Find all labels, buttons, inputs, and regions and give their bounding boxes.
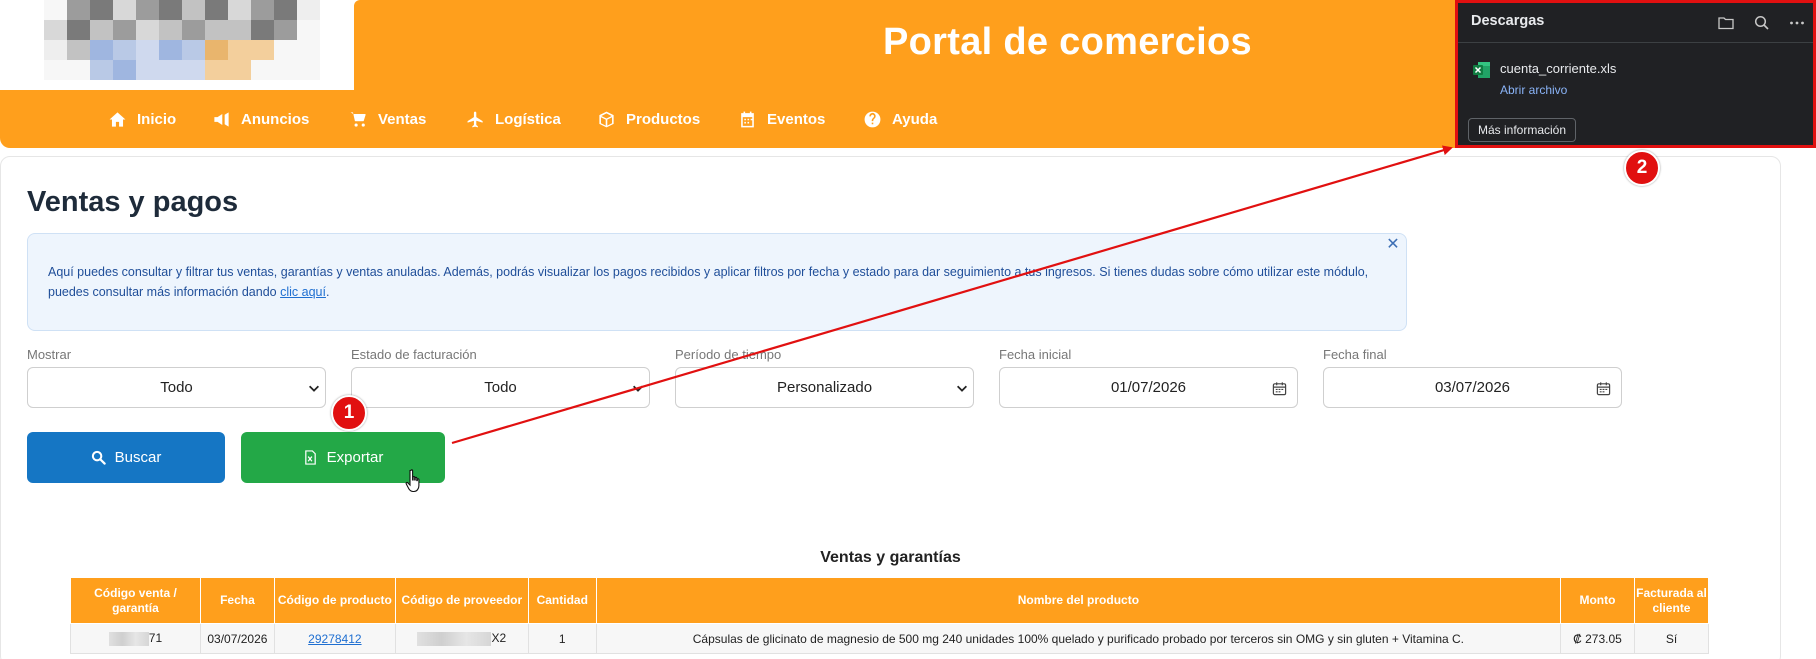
cell-date: 03/07/2026 <box>199 623 275 654</box>
more-info-button[interactable]: Más información <box>1468 118 1577 142</box>
mostrar-label: Mostrar <box>27 347 72 362</box>
cell-qty: 1 <box>527 623 597 654</box>
nav-item-label: Ventas <box>378 110 427 128</box>
downloads-title: Descargas <box>1471 13 1545 29</box>
calendar-icon[interactable] <box>1272 381 1287 396</box>
fecha-final-input[interactable]: 03/07/2026 <box>1323 367 1622 408</box>
redacted-block <box>417 631 492 646</box>
nav-item-anuncios[interactable]: Anuncios <box>212 90 309 148</box>
search-button[interactable]: Buscar <box>27 432 225 483</box>
search-button-label: Buscar <box>114 449 162 466</box>
logo-area[interactable] <box>0 0 354 84</box>
sales-table-title: Ventas y garantías <box>820 549 961 566</box>
plane-icon <box>467 111 483 127</box>
nav-item-label: Productos <box>626 110 701 128</box>
info-text: Aquí puedes consultar y filtrar tus vent… <box>48 265 1369 299</box>
nav-item-eventos[interactable]: Eventos <box>738 90 825 148</box>
page-title: Ventas y pagos <box>27 186 239 218</box>
nav-item-productos[interactable]: Productos <box>597 90 700 148</box>
fecha-inicial-label: Fecha inicial <box>999 347 1072 362</box>
fecha-inicial-input[interactable]: 01/07/2026 <box>999 367 1298 408</box>
cell-name: Cápsulas de glicinato de magnesio de 500… <box>595 623 1562 654</box>
redacted-block <box>108 631 149 646</box>
fecha-final-label: Fecha final <box>1323 347 1387 362</box>
box-icon <box>599 111 614 127</box>
col-header-product-code[interactable]: Código de producto <box>273 577 396 624</box>
nav-item-label: Anuncios <box>241 110 310 128</box>
col-header-provider-code[interactable]: Código de proveedor <box>394 577 529 624</box>
info-link[interactable]: clic aquí <box>280 285 326 299</box>
home-icon <box>109 111 126 127</box>
fecha-inicial-value: 01/07/2026 <box>1110 379 1187 396</box>
nav-item-inicio[interactable]: Inicio <box>108 90 176 148</box>
estado-label: Estado de facturación <box>351 347 477 362</box>
export-button-label: Exportar <box>326 449 384 466</box>
nav-item-logistica[interactable]: Logística <box>466 90 561 148</box>
info-tail: . <box>325 285 330 299</box>
sales-table: Código venta / garantía Fecha Código de … <box>70 577 1710 654</box>
nav-item-label: Ayuda <box>892 110 938 128</box>
downloads-panel: Descargas cuenta_corriente.xls Abrir arc… <box>1455 0 1816 148</box>
download-file-name[interactable]: cuenta_corriente.xls <box>1500 61 1616 76</box>
open-file-link[interactable]: Abrir archivo <box>1500 83 1567 97</box>
cart-icon <box>350 111 366 127</box>
chevron-down-icon <box>957 385 967 392</box>
mostrar-value: Todo <box>160 379 193 396</box>
nav-item-ayuda[interactable]: Ayuda <box>863 90 937 148</box>
periodo-label: Período de tiempo <box>675 347 782 362</box>
table-header-row: Código venta / garantía Fecha Código de … <box>70 577 1710 624</box>
folder-icon[interactable] <box>1717 14 1735 32</box>
excel-file-icon <box>304 450 316 465</box>
mostrar-select[interactable]: Todo <box>27 367 326 408</box>
col-header-qty[interactable]: Cantidad <box>527 577 597 624</box>
help-icon <box>864 111 881 127</box>
estado-select[interactable]: Todo <box>351 367 650 408</box>
provider-suffix: X2 <box>491 631 507 646</box>
col-header-date[interactable]: Fecha <box>199 577 275 624</box>
periodo-select[interactable]: Personalizado <box>675 367 974 408</box>
calendar-icon <box>741 111 754 127</box>
megaphone-icon <box>214 111 229 127</box>
annotation-badge-2: 2 <box>1624 150 1660 186</box>
screen: Portal de comercios Inicio Anuncios Vent… <box>0 0 1816 659</box>
cell-provider-code: X2 <box>394 623 529 654</box>
nav-item-ventas[interactable]: Ventas <box>349 90 426 148</box>
chevron-down-icon <box>309 385 319 392</box>
close-icon[interactable]: ✕ <box>1385 237 1401 253</box>
fecha-final-value: 03/07/2026 <box>1434 379 1511 396</box>
hand-cursor-icon <box>405 469 420 493</box>
cell-billed: Sí <box>1633 623 1710 654</box>
product-code-link[interactable]: 29278412 <box>308 632 361 646</box>
periodo-value: Personalizado <box>776 379 873 396</box>
nav-item-label: Inicio <box>137 110 177 128</box>
cell-code: 71 <box>70 623 201 654</box>
annotation-badge-1: 1 <box>331 395 367 431</box>
info-alert: Aquí puedes consultar y filtrar tus vent… <box>27 233 1407 331</box>
nav-item-label: Logística <box>495 110 561 128</box>
col-header-amount[interactable]: Monto <box>1560 577 1635 624</box>
col-header-billed[interactable]: Facturada al cliente <box>1633 577 1710 624</box>
excel-file-icon <box>1473 62 1490 78</box>
cell-amount: ₡ 273.05 <box>1560 623 1635 654</box>
logo-pixelated <box>44 0 320 80</box>
col-header-name[interactable]: Nombre del producto <box>595 577 1562 624</box>
code-suffix: 71 <box>148 631 163 646</box>
estado-value: Todo <box>484 379 517 396</box>
search-icon[interactable] <box>1753 14 1771 32</box>
search-icon <box>91 450 106 465</box>
nav-item-label: Eventos <box>767 110 826 128</box>
downloads-header: Descargas <box>1458 3 1813 43</box>
col-header-code[interactable]: Código venta / garantía <box>70 577 201 624</box>
cell-product-code: 29278412 <box>273 623 396 654</box>
chevron-down-icon <box>633 385 643 392</box>
calendar-icon[interactable] <box>1596 381 1611 396</box>
more-options-icon[interactable] <box>1788 14 1806 32</box>
table-row[interactable]: 71 03/07/2026 29278412 X2 1 Cápsulas de … <box>70 623 1710 654</box>
